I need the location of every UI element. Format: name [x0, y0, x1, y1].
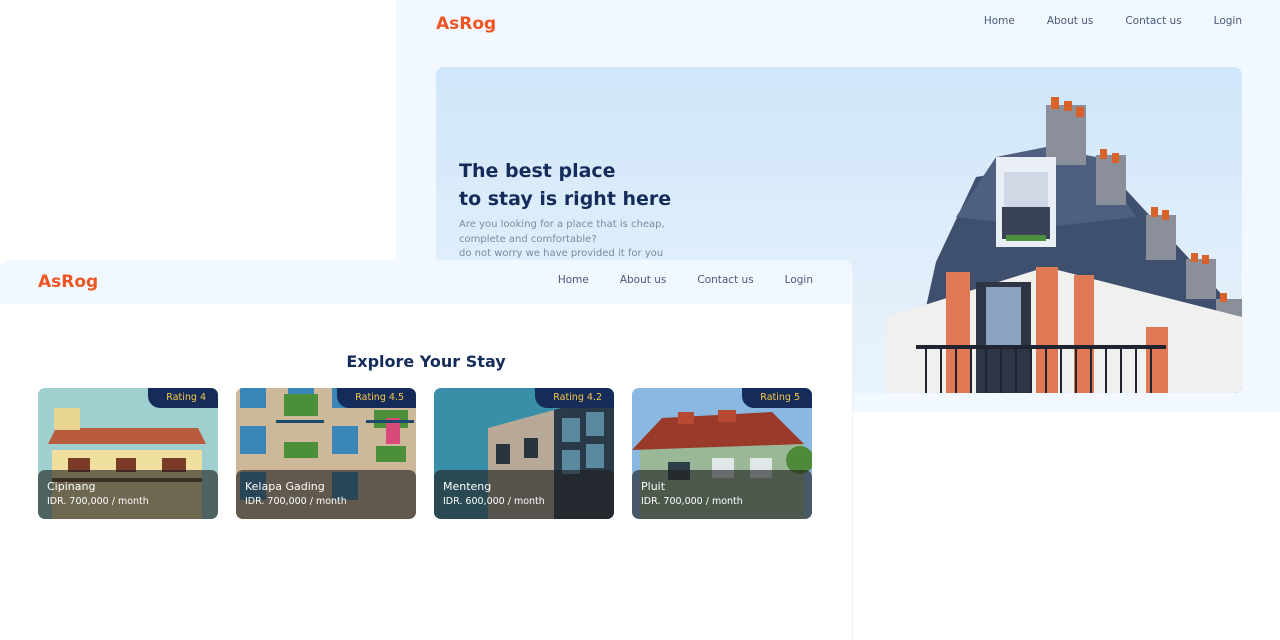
stay-price: IDR. 700,000 / month [47, 496, 149, 507]
stay-name: Menteng [443, 480, 492, 493]
hero-title-line2: to stay is right here [459, 188, 672, 210]
front-nav: Home About us Contact us Login [558, 274, 813, 286]
front-nav-login[interactable]: Login [785, 274, 813, 286]
card-overlay [38, 470, 218, 519]
back-nav-contact[interactable]: Contact us [1125, 15, 1181, 27]
rating-badge: Rating 5 [742, 388, 812, 408]
hero-subtitle: Are you looking for a place that is chea… [459, 218, 699, 262]
front-logo[interactable]: AsRog [38, 272, 98, 292]
hero-building-image [886, 97, 1242, 393]
back-nav-about[interactable]: About us [1047, 15, 1094, 27]
hero-sub-line1: Are you looking for a place that is chea… [459, 219, 665, 230]
stay-price: IDR. 700,000 / month [245, 496, 347, 507]
rating-badge: Rating 4 [148, 388, 218, 408]
rating-badge: Rating 4.5 [337, 388, 416, 408]
back-nav: Home About us Contact us Login [984, 15, 1242, 27]
card-overlay [434, 470, 614, 519]
back-nav-login[interactable]: Login [1214, 15, 1242, 27]
card-overlay [236, 470, 416, 519]
stay-name: Kelapa Gading [245, 480, 325, 493]
stay-card[interactable]: Rating 4.2 Menteng IDR. 600,000 / month [434, 388, 614, 519]
front-nav-contact[interactable]: Contact us [697, 274, 753, 286]
front-nav-about[interactable]: About us [620, 274, 667, 286]
section-title: Explore Your Stay [346, 352, 506, 371]
back-nav-home[interactable]: Home [984, 15, 1015, 27]
back-logo[interactable]: AsRog [436, 14, 496, 34]
front-header: AsRog Home About us Contact us Login [0, 260, 852, 304]
hero-sub-line2: complete and comfortable? [459, 233, 597, 245]
card-overlay [632, 470, 812, 519]
stay-price: IDR. 600,000 / month [443, 496, 545, 507]
stay-card[interactable]: Rating 4.5 Kelapa Gading IDR. 700,000 / … [236, 388, 416, 519]
front-nav-home[interactable]: Home [558, 274, 589, 286]
stay-card[interactable]: Rating 5 Pluit IDR. 700,000 / month [632, 388, 812, 519]
front-window: AsRog Home About us Contact us Login Exp… [0, 260, 852, 640]
stay-name: Pluit [641, 480, 666, 493]
hero-title: The best place to stay is right here [459, 157, 671, 213]
hero-title-line1: The best place [459, 160, 616, 182]
stay-price: IDR. 700,000 / month [641, 496, 743, 507]
stay-name: Cipinang [47, 480, 96, 493]
stay-card[interactable]: Rating 4 Cipinang IDR. 700,000 / month [38, 388, 218, 519]
stay-card-list: Rating 4 Cipinang IDR. 700,000 / month R… [38, 388, 812, 519]
rating-badge: Rating 4.2 [535, 388, 614, 408]
